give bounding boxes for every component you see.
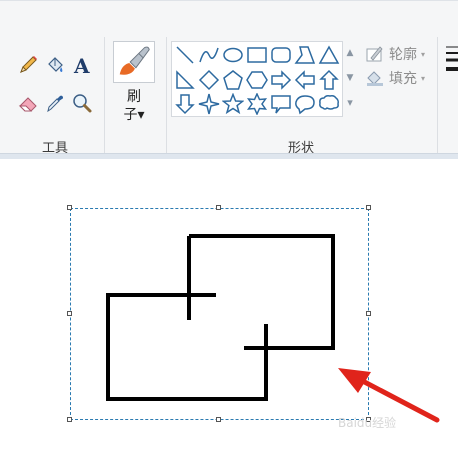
watermark: Baidu经验 bbox=[338, 416, 397, 430]
canvas-drawing bbox=[106, 234, 440, 423]
drawn-rectangle-upper bbox=[189, 234, 335, 350]
